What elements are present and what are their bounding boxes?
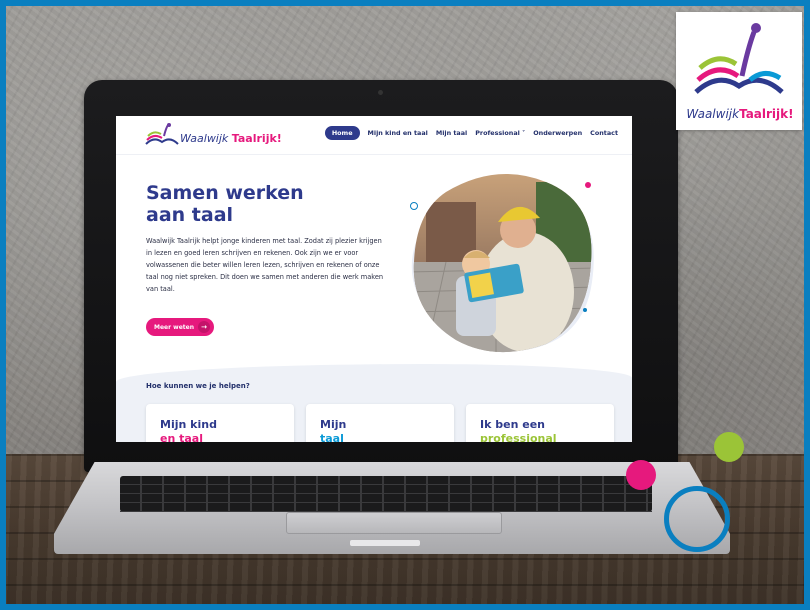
- decor-ring-blue: [410, 202, 418, 210]
- hero-title: Samen werken aan taal: [146, 182, 304, 226]
- help-card-subtitle: taal: [320, 432, 344, 442]
- nav-item-3[interactable]: Professional ˅: [475, 126, 525, 140]
- badge-part1: Waalwijk: [686, 107, 740, 121]
- badge-part2: Taalrijk!: [739, 107, 794, 121]
- decor-dot-blue: [583, 308, 587, 312]
- nav-item-0[interactable]: Home: [324, 126, 360, 140]
- decor-ring-blue-large: [664, 486, 730, 552]
- help-card-title: Mijn kind: [160, 418, 217, 431]
- nav-item-1[interactable]: Mijn kind en taal: [368, 126, 428, 140]
- help-card-subtitle: en taal: [160, 432, 203, 442]
- nav-item-5[interactable]: Contact: [590, 126, 618, 140]
- badge-logo-text: WaalwijkTaalrijk!: [680, 107, 800, 121]
- laptop-trackpad: [286, 512, 502, 534]
- laptop-keyboard: [120, 476, 652, 512]
- decor-dot-pink: [585, 182, 591, 188]
- help-card-title: Ik ben een: [480, 418, 545, 431]
- nav-item-4[interactable]: Onderwerpen: [533, 126, 582, 140]
- nav-menu: Home Mijn kind en taal Mijn taal Profession…: [324, 126, 618, 140]
- book-logo-icon: [694, 23, 784, 94]
- laptop-front-notch: [350, 540, 420, 546]
- book-logo-icon: [145, 123, 179, 145]
- cta-label: Meer weten: [154, 323, 194, 331]
- help-card-title: Mijn: [320, 418, 347, 431]
- hero-title-line1: Samen werken: [146, 182, 304, 204]
- hero-photo-father-child-reading: [411, 174, 594, 353]
- help-card-subtitle: professional: [480, 432, 557, 442]
- site-logo[interactable]: Waalwijk Taalrijk!: [144, 122, 284, 150]
- decor-dot-green-large: [714, 432, 744, 462]
- brand-logo-badge: WaalwijkTaalrijk!: [676, 12, 802, 130]
- help-card[interactable]: Mijn taal: [306, 404, 454, 442]
- hero-title-line2: aan taal: [146, 204, 234, 226]
- arrow-right-icon: →: [198, 321, 210, 333]
- site-logo-text: Waalwijk Taalrijk!: [180, 132, 282, 145]
- logo-part2: Taalrijk!: [231, 132, 282, 145]
- help-section-title: Hoe kunnen we je helpen?: [146, 382, 250, 390]
- help-card[interactable]: Ik ben een professional: [466, 404, 614, 442]
- laptop-screen: Waalwijk Taalrijk! Home Mijn kind en taal…: [116, 116, 632, 442]
- nav-item-2[interactable]: Mijn taal: [436, 126, 467, 140]
- hero-body: Waalwijk Taalrijk helpt jonge kinderen m…: [146, 237, 384, 293]
- decor-dot-pink-large: [626, 460, 656, 490]
- meer-weten-button[interactable]: Meer weten →: [146, 318, 214, 336]
- webcam: [378, 90, 383, 95]
- logo-part1: Waalwijk: [180, 132, 229, 145]
- site-navbar: Waalwijk Taalrijk! Home Mijn kind en taal…: [116, 116, 632, 155]
- help-card[interactable]: Mijn kind en taal: [146, 404, 294, 442]
